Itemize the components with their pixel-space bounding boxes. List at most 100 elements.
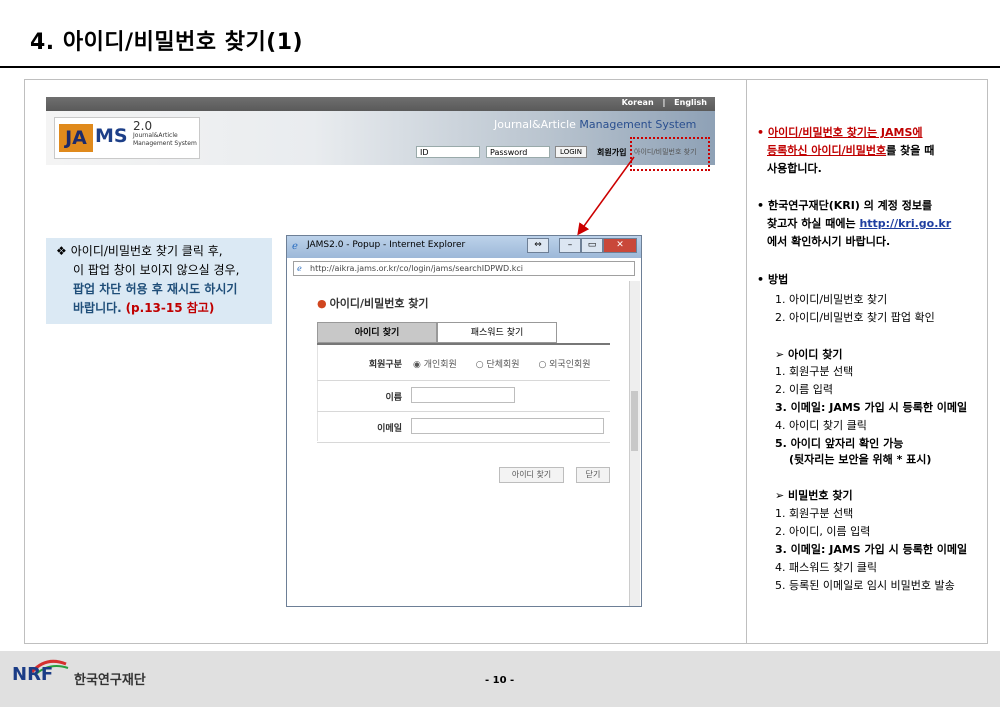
popup-window: ℯ JAMS2.0 - Popup - Internet Explorer ⇔ … xyxy=(286,235,642,607)
callout-text-4a: 바랍니다. xyxy=(73,301,122,315)
kri-line-3: 에서 확인하시기 바랍니다. xyxy=(767,235,891,248)
email-label: 이메일 xyxy=(377,424,402,434)
scroll-thumb[interactable] xyxy=(631,391,638,451)
popup-window-title: JAMS2.0 - Popup - Internet Explorer xyxy=(307,240,466,250)
logo-subtitle: Journal&Article Management System xyxy=(133,132,197,148)
name-label: 이름 xyxy=(385,393,402,403)
close-icon[interactable]: ✕ xyxy=(603,238,637,253)
id-step-5-note: (뒷자리는 보안을 위해 * 표시) xyxy=(789,453,932,466)
pw-step-2: 2. 아이디, 이름 입력 xyxy=(775,525,871,538)
id-find-heading: ➢ 아이디 찾기 xyxy=(775,348,843,361)
login-button[interactable]: LOGIN xyxy=(555,146,587,158)
logo-ja: JA xyxy=(59,124,93,152)
name-input[interactable] xyxy=(411,387,515,403)
jams-header-screenshot: Korean | English JA MS 2.0 Journal&Artic… xyxy=(46,97,715,165)
bullet-kri: • 한국연구재단(KRI) 의 계정 정보를 찾고자 하실 때에는 http://… xyxy=(757,197,951,251)
lang-korean-link[interactable]: Korean xyxy=(622,98,654,107)
purpose-text-2: 등록하신 아이디/비밀번호 xyxy=(767,144,887,157)
popup-scrollbar[interactable] xyxy=(629,281,640,606)
page-title: 4. 아이디/비밀번호 찾기(1) xyxy=(30,30,304,55)
purpose-text-1: 아이디/비밀번호 찾기는 JAMS에 xyxy=(768,126,923,139)
id-step-2: 2. 이름 입력 xyxy=(775,383,833,396)
callout-line-3: 팝업 차단 허용 후 재시도 하시기 xyxy=(73,282,238,296)
radio-foreigner[interactable]: ○ 외국인회원 xyxy=(538,360,598,370)
popup-heading: ● 아이디/비밀번호 찾기 xyxy=(317,295,429,311)
radio-group-label: 단체회원 xyxy=(486,360,520,370)
callout-line-2: 이 팝업 창이 보이지 않으실 경우, xyxy=(73,263,240,277)
maximize-icon[interactable]: ▭ xyxy=(581,238,603,253)
address-url: http://aikra.jams.or.kr/co/login/jams/se… xyxy=(310,264,523,273)
name-row: 이름 xyxy=(317,381,610,412)
title-rule xyxy=(0,66,1000,68)
callout-bullet: ❖ xyxy=(56,244,67,258)
kri-line-1: • 한국연구재단(KRI) 의 계정 정보를 xyxy=(757,199,933,212)
logo-ms: MS xyxy=(95,125,128,147)
pw-step-1: 1. 회원구분 선택 xyxy=(775,507,854,520)
jams-logo: JA MS 2.0 Journal&Article Management Sys… xyxy=(54,117,200,159)
method-heading: • 방법 xyxy=(757,273,789,286)
lang-english-link[interactable]: English xyxy=(674,98,707,107)
jams-top-bar: Korean | English xyxy=(46,97,715,111)
find-id-button[interactable]: 아이디 찾기 xyxy=(499,467,564,483)
password-input[interactable]: Password xyxy=(486,146,550,158)
callout-line-1: ❖ 아이디/비밀번호 찾기 클릭 후, xyxy=(56,242,272,261)
kri-text-1: 한국연구재단(KRI) 의 계정 정보를 xyxy=(768,199,933,212)
tab-find-id[interactable]: 아이디 찾기 xyxy=(317,322,437,343)
pw-step-4: 4. 패스워드 찾기 클릭 xyxy=(775,561,877,574)
jams-brand-text: Journal&Article Management System xyxy=(494,118,696,131)
ie-icon: ℯ xyxy=(292,241,298,252)
brand-management: Management System xyxy=(579,118,697,131)
restore-icon[interactable]: ⇔ xyxy=(527,238,549,253)
column-divider xyxy=(746,80,747,643)
id-step-3: 3. 이메일: JAMS 가입 시 등록한 이메일 xyxy=(775,401,968,414)
page-icon: ℯ xyxy=(297,264,302,273)
lang-separator: | xyxy=(662,98,666,107)
email-input[interactable] xyxy=(411,418,604,434)
id-step-4: 4. 아이디 찾기 클릭 xyxy=(775,419,867,432)
callout-text-1: 아이디/비밀번호 찾기 클릭 후, xyxy=(70,244,223,258)
purpose-text-2b: 를 찾을 때 xyxy=(886,144,935,157)
popup-title-bar: ℯ JAMS2.0 - Popup - Internet Explorer ⇔ … xyxy=(287,236,641,258)
pw-step-3: 3. 이메일: JAMS 가입 시 등록한 이메일 xyxy=(775,543,968,556)
popup-note-callout: ❖ 아이디/비밀번호 찾기 클릭 후, 이 팝업 창이 보이지 않으실 경우, 팝… xyxy=(46,238,272,324)
logo-subtitle-2: Management System xyxy=(133,140,197,147)
close-button[interactable]: 닫기 xyxy=(576,467,610,483)
callout-line-4: 바랍니다. (p.13-15 참고) xyxy=(56,299,272,318)
logo-subtitle-1: Journal&Article xyxy=(133,132,178,139)
address-bar[interactable]: ℯ http://aikra.jams.or.kr/co/login/jams/… xyxy=(293,261,635,276)
page-number: - 10 - xyxy=(485,675,515,686)
tab-find-password[interactable]: 패스워드 찾기 xyxy=(437,322,557,343)
heading-bullet-icon: ● xyxy=(317,297,327,310)
member-type-row: 회원구분 ◉ 개인회원 ○ 단체회원 ○ 외국인회원 xyxy=(317,345,610,381)
kri-link[interactable]: http://kri.go.kr xyxy=(859,217,951,230)
language-switch: Korean | English xyxy=(616,98,707,107)
brand-journal: Journal&Article xyxy=(494,118,576,131)
join-link[interactable]: 회원가입 xyxy=(597,147,626,158)
bullet-purpose: • 아이디/비밀번호 찾기는 JAMS에 등록하신 아이디/비밀번호를 찾을 때 … xyxy=(757,124,934,178)
kri-text-2: 찾고자 하실 때에는 xyxy=(767,217,860,230)
minimize-icon[interactable]: – xyxy=(559,238,581,253)
radio-individual[interactable]: ◉ 개인회원 xyxy=(413,360,465,370)
radio-foreigner-label: 외국인회원 xyxy=(549,360,591,370)
purpose-line-1: • 아이디/비밀번호 찾기는 JAMS에 xyxy=(757,126,923,139)
highlight-dotted-box xyxy=(630,137,710,171)
id-step-1: 1. 회원구분 선택 xyxy=(775,365,854,378)
email-row: 이메일 xyxy=(317,412,610,443)
callout-text-4b: (p.13-15 참고) xyxy=(125,301,215,315)
member-type-label: 회원구분 xyxy=(368,360,402,370)
purpose-line-3: 사용합니다. xyxy=(767,162,822,175)
method-step-2: 2. 아이디/비밀번호 찾기 팝업 확인 xyxy=(775,311,935,324)
pw-find-heading: ➢ 비밀번호 찾기 xyxy=(775,489,853,502)
radio-group[interactable]: ○ 단체회원 xyxy=(476,360,528,370)
nrf-logo: NRF xyxy=(12,664,54,685)
member-type-radios: ◉ 개인회원 ○ 단체회원 ○ 외국인회원 xyxy=(413,357,607,370)
pw-step-5: 5. 등록된 이메일로 임시 비밀번호 발송 xyxy=(775,579,955,592)
method-step-1: 1. 아이디/비밀번호 찾기 xyxy=(775,293,888,306)
id-input[interactable]: ID xyxy=(416,146,480,158)
purpose-line-2: 등록하신 아이디/비밀번호를 찾을 때 xyxy=(757,142,934,160)
org-name: 한국연구재단 xyxy=(74,673,146,688)
popup-heading-text: 아이디/비밀번호 찾기 xyxy=(329,297,429,310)
radio-individual-label: 개인회원 xyxy=(423,360,457,370)
logo-version: 2.0 xyxy=(133,119,153,133)
kri-line-2: 찾고자 하실 때에는 http://kri.go.kr xyxy=(757,215,951,233)
